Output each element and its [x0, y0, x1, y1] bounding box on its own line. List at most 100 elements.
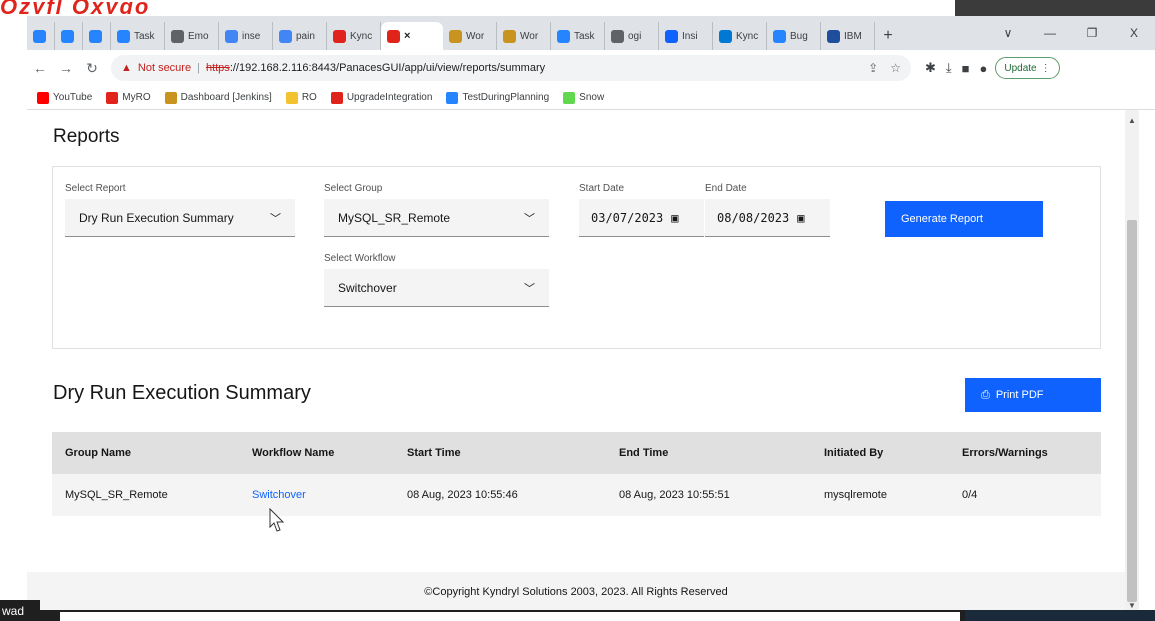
page-footer: ©Copyright Kyndryl Solutions 2003, 2023.…	[27, 572, 1125, 610]
select-workflow-dropdown[interactable]: Switchover ﹀	[324, 269, 549, 307]
bookmark-item[interactable]: RO	[285, 91, 317, 104]
browser-tab[interactable]: Bug	[767, 22, 821, 50]
end-date-label: End Date	[705, 183, 747, 194]
end-date-input[interactable]: 08/08/2023 ▣	[705, 199, 830, 237]
scroll-up-icon[interactable]: ▲	[1125, 116, 1139, 125]
browser-tab[interactable]	[27, 22, 55, 50]
reload-icon[interactable]: ↻	[79, 55, 105, 81]
table-header: Group Name Workflow Name Start Time End …	[52, 432, 1101, 474]
bookmark-label: Dashboard [Jenkins]	[180, 92, 272, 103]
select-report-dropdown[interactable]: Dry Run Execution Summary ﹀	[65, 199, 295, 237]
address-bar[interactable]: ▲ Not secure | https://192.168.2.116:844…	[111, 55, 911, 81]
extensions-icon[interactable]: ✱	[925, 60, 936, 76]
not-secure-label[interactable]: Not secure	[138, 62, 191, 74]
cell-errors-warnings: 0/4	[962, 489, 978, 501]
tab-label: Task	[134, 30, 155, 42]
cell-start-time: 08 Aug, 2023 10:55:46	[407, 489, 518, 501]
jira-icon	[33, 29, 46, 43]
bookmark-item[interactable]: Snow	[563, 91, 604, 104]
address-separator: |	[197, 62, 200, 74]
chevron-down-icon: ﹀	[270, 212, 281, 225]
select-report-value: Dry Run Execution Summary	[79, 210, 234, 225]
start-date-input[interactable]: 03/07/2023 ▣	[579, 199, 704, 237]
update-button[interactable]: Update ⋮	[995, 57, 1060, 79]
restore-button[interactable]: ❐	[1071, 18, 1113, 48]
close-window-button[interactable]: X	[1113, 18, 1155, 48]
col-errors-warnings[interactable]: Errors/Warnings	[957, 447, 1101, 459]
col-start-time[interactable]: Start Time	[402, 447, 614, 459]
minimize-button[interactable]: —	[1029, 18, 1071, 48]
bookmark-label: YouTube	[53, 92, 93, 103]
tab-label: Wor	[520, 30, 539, 42]
bookmark-label: RO	[301, 92, 317, 103]
cloud-icon	[665, 29, 678, 43]
bookmark-item[interactable]: MyRO	[106, 91, 151, 104]
browser-tab[interactable]: inse	[219, 22, 273, 50]
browser-tab[interactable]: Emo	[165, 22, 219, 50]
tab-search-button[interactable]: ∨	[987, 18, 1029, 48]
browser-tab[interactable]: Wor	[497, 22, 551, 50]
bookmark-item[interactable]: UpgradeIntegration	[330, 91, 432, 104]
bookmark-star-icon[interactable]: ☆	[890, 61, 901, 75]
print-pdf-button[interactable]: ⎙ Print PDF	[965, 378, 1101, 412]
bookmark-item[interactable]: TestDuringPlanning	[446, 91, 549, 104]
page-content: Reports Select Report Dry Run Execution …	[27, 110, 1125, 610]
calendar-icon[interactable]: ▣	[671, 211, 678, 225]
calendar-icon[interactable]: ▣	[797, 211, 804, 225]
close-tab-icon[interactable]: ×	[404, 30, 410, 42]
browser-tab[interactable]	[55, 22, 83, 50]
profile-icon[interactable]: ●	[980, 61, 988, 76]
workflow-link[interactable]: Switchover	[247, 489, 402, 501]
tab-label: Kync	[736, 30, 759, 42]
browser-tab[interactable]: pain	[273, 22, 327, 50]
select-group-dropdown[interactable]: MySQL_SR_Remote ﹀	[324, 199, 549, 237]
browser-tab[interactable]: Kync	[713, 22, 767, 50]
browser-tab[interactable]: Task	[551, 22, 605, 50]
url-text: https://192.168.2.116:8443/PanacesGUI/ap…	[206, 62, 545, 74]
jenkins-icon	[164, 91, 177, 104]
tab-label: ogi	[628, 30, 642, 42]
browser-tab[interactable]: Task	[111, 22, 165, 50]
globe-icon	[611, 29, 624, 43]
screen: Ozyfl Oxygo Task Emo inse pain Kync × Wor Wor Ta…	[0, 0, 1155, 621]
scroll-thumb[interactable]	[1127, 220, 1137, 602]
browser-tab[interactable]	[83, 22, 111, 50]
top-strip: Ozyfl Oxygo	[0, 0, 1155, 16]
download-icon[interactable]: ⤓	[946, 60, 952, 76]
forward-icon[interactable]: →	[53, 55, 79, 81]
col-workflow-name[interactable]: Workflow Name	[247, 447, 402, 459]
col-group-name[interactable]: Group Name	[52, 447, 247, 459]
jira-icon	[61, 29, 74, 43]
jira-icon	[89, 29, 102, 43]
browser-tab[interactable]: Insi	[659, 22, 713, 50]
sidepanel-icon[interactable]: ■	[962, 61, 970, 76]
window-controls: ∨ — ❐ X	[987, 16, 1155, 50]
vertical-scrollbar[interactable]: ▲ ▼	[1125, 110, 1139, 610]
select-workflow-label: Select Workflow	[324, 253, 396, 264]
browser-tab[interactable]: Wor	[443, 22, 497, 50]
scroll-down-icon[interactable]: ▼	[1125, 601, 1139, 610]
start-date-label: Start Date	[579, 183, 625, 194]
omnibox-icons: ⇪ ☆	[868, 61, 901, 75]
new-tab-button[interactable]: +	[875, 22, 901, 50]
back-icon[interactable]: ←	[27, 55, 53, 81]
bookmark-item[interactable]: Dashboard [Jenkins]	[164, 91, 272, 104]
kyndryl-icon	[106, 91, 119, 104]
bookmark-item[interactable]: YouTube	[37, 91, 93, 104]
browser-tab[interactable]: IBM	[821, 22, 875, 50]
browser-tab[interactable]: ogi	[605, 22, 659, 50]
printer-icon: ⎙	[981, 388, 990, 401]
ibm-icon	[827, 29, 840, 43]
taskbar-tray	[965, 610, 1155, 621]
browser-tab[interactable]: ×	[381, 22, 443, 50]
share-icon[interactable]: ⇪	[868, 61, 878, 75]
more-menu-icon: ⋮	[1040, 62, 1051, 74]
google-icon	[225, 29, 238, 43]
generate-report-button[interactable]: Generate Report	[885, 201, 1043, 237]
col-initiated-by[interactable]: Initiated By	[819, 447, 957, 459]
kyndryl-icon	[387, 29, 400, 43]
browser-tab[interactable]: Kync	[327, 22, 381, 50]
tab-label: Task	[574, 30, 595, 42]
cell-initiated-by: mysqlremote	[824, 489, 887, 501]
col-end-time[interactable]: End Time	[614, 447, 819, 459]
